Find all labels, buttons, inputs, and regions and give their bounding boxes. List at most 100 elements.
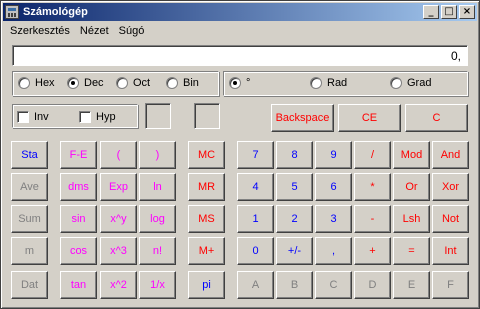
log-button[interactable]: log (139, 205, 176, 233)
sta-button[interactable]: Sta (11, 141, 48, 169)
hex-e-button[interactable]: E (393, 271, 430, 299)
checkbox-label: Hyp (96, 111, 116, 123)
radio-indicator (116, 77, 128, 89)
radio-label: Rad (327, 77, 348, 89)
digit-0-button[interactable]: 0 (237, 237, 274, 265)
radio-indicator (166, 77, 178, 89)
memory-indicator (194, 103, 220, 129)
add-button[interactable]: + (354, 237, 391, 265)
close-paren-button[interactable]: ) (139, 141, 176, 169)
radio-indicator (390, 77, 402, 89)
mod-button[interactable]: Mod (393, 141, 430, 169)
radio-label: Hex (35, 77, 55, 89)
reciprocal-button[interactable]: 1/x (139, 271, 176, 299)
digit-4-button[interactable]: 4 (237, 173, 274, 201)
divide-button[interactable]: / (354, 141, 391, 169)
subtract-button[interactable]: - (354, 205, 391, 233)
equals-button[interactable]: = (393, 237, 430, 265)
open-paren-button[interactable]: ( (100, 141, 137, 169)
x-cubed-button[interactable]: x^3 (100, 237, 137, 265)
f-e-button[interactable]: F-E (60, 141, 97, 169)
backspace-button[interactable]: Backspace (271, 104, 334, 132)
clear-entry-button[interactable]: CE (338, 104, 401, 132)
xor-button[interactable]: Xor (432, 173, 469, 201)
sin-button[interactable]: sin (60, 205, 97, 233)
or-button[interactable]: Or (393, 173, 430, 201)
checkbox-inv[interactable]: Inv (17, 111, 49, 123)
x-squared-button[interactable]: x^2 (100, 271, 137, 299)
int-button[interactable]: Int (432, 237, 469, 265)
decimal-button[interactable]: , (315, 237, 352, 265)
cos-button[interactable]: cos (60, 237, 97, 265)
menu-bar: Szerkesztés Nézet Súgó (5, 23, 149, 41)
exp-button[interactable]: Exp (100, 173, 137, 201)
radio-label: Grad (407, 77, 432, 89)
digit-2-button[interactable]: 2 (276, 205, 313, 233)
mc-button[interactable]: MC (188, 141, 225, 169)
ln-button[interactable]: ln (139, 173, 176, 201)
lsh-button[interactable]: Lsh (393, 205, 430, 233)
window-title: Számológép (23, 6, 88, 18)
not-button[interactable]: Not (432, 205, 469, 233)
close-button[interactable]: × (459, 5, 475, 19)
hex-a-button[interactable]: A (237, 271, 274, 299)
m-button[interactable]: m (11, 237, 48, 265)
angle-unit-group: ° Rad Grad (223, 71, 468, 96)
radio-indicator (18, 77, 30, 89)
tan-button[interactable]: tan (60, 271, 97, 299)
dms-button[interactable]: dms (60, 173, 97, 201)
pi-button[interactable]: pi (188, 271, 225, 299)
checkbox-indicator (79, 111, 91, 123)
dat-button[interactable]: Dat (11, 271, 48, 299)
radio-label: Bin (183, 77, 199, 89)
calculator-app-icon[interactable] (5, 5, 19, 19)
hex-c-button[interactable]: C (315, 271, 352, 299)
digit-1-button[interactable]: 1 (237, 205, 274, 233)
factorial-button[interactable]: n! (139, 237, 176, 265)
digit-8-button[interactable]: 8 (276, 141, 313, 169)
radio-bin[interactable]: Bin (166, 77, 199, 89)
menu-help[interactable]: Súgó (114, 23, 150, 41)
digit-7-button[interactable]: 7 (237, 141, 274, 169)
digit-9-button[interactable]: 9 (315, 141, 352, 169)
number-base-group: Hex Dec Oct Bin (12, 71, 219, 96)
ave-button[interactable]: Ave (11, 173, 48, 201)
clear-button[interactable]: C (405, 104, 468, 132)
radio-label: Dec (84, 77, 104, 89)
result-display: 0, (12, 45, 468, 66)
radio-indicator (310, 77, 322, 89)
digit-6-button[interactable]: 6 (315, 173, 352, 201)
radio-label: ° (246, 77, 251, 89)
calculator-window: Számológép _ □ × Szerkesztés Nézet Súgó … (0, 0, 480, 309)
radio-radians[interactable]: Rad (310, 77, 347, 89)
checkbox-label: Inv (34, 111, 49, 123)
radio-degrees[interactable]: ° (229, 77, 250, 89)
sign-toggle-button[interactable]: +/- (276, 237, 313, 265)
checkbox-indicator (17, 111, 29, 123)
hex-d-button[interactable]: D (354, 271, 391, 299)
maximize-button[interactable]: □ (441, 5, 457, 19)
and-button[interactable]: And (432, 141, 469, 169)
minimize-button[interactable]: _ (423, 5, 439, 19)
radio-hex[interactable]: Hex (18, 77, 55, 89)
m-plus-button[interactable]: M+ (188, 237, 225, 265)
sum-button[interactable]: Sum (11, 205, 48, 233)
multiply-button[interactable]: * (354, 173, 391, 201)
menu-edit[interactable]: Szerkesztés (5, 23, 75, 41)
radio-oct[interactable]: Oct (116, 77, 150, 89)
title-bar[interactable]: Számológép _ □ × (3, 3, 477, 21)
checkbox-hyp[interactable]: Hyp (79, 111, 116, 123)
radio-dec[interactable]: Dec (67, 77, 104, 89)
mr-button[interactable]: MR (188, 173, 225, 201)
menu-view[interactable]: Nézet (75, 23, 114, 41)
digit-3-button[interactable]: 3 (315, 205, 352, 233)
radio-indicator-selected (67, 77, 79, 89)
hex-b-button[interactable]: B (276, 271, 313, 299)
parenthesis-indicator (145, 103, 171, 129)
radio-grads[interactable]: Grad (390, 77, 431, 89)
ms-button[interactable]: MS (188, 205, 225, 233)
hex-f-button[interactable]: F (432, 271, 469, 299)
digit-5-button[interactable]: 5 (276, 173, 313, 201)
radio-indicator-selected (229, 77, 241, 89)
x-pow-y-button[interactable]: x^y (100, 205, 137, 233)
